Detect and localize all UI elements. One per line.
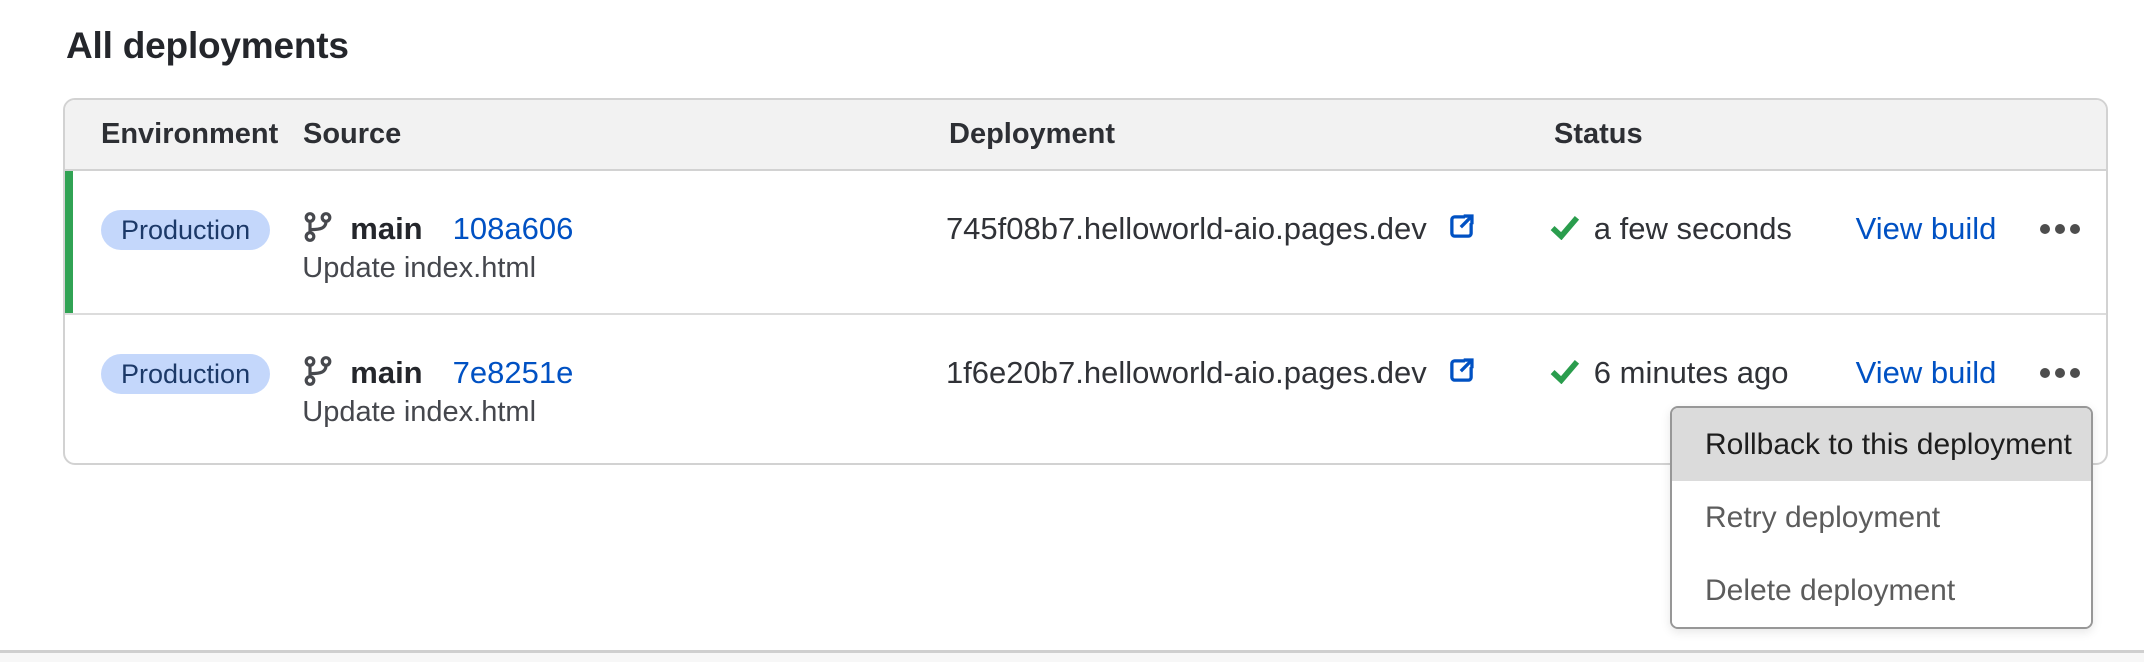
ellipsis-icon[interactable] xyxy=(2040,207,2080,251)
deployment-cell: 1f6e20b7.helloworld-aio.pages.dev xyxy=(946,315,1549,459)
actions-cell xyxy=(2040,171,2106,313)
page-title: All deployments xyxy=(66,24,349,68)
status-cell: a few seconds xyxy=(1549,171,1856,313)
environment-badge: Production xyxy=(101,210,270,250)
environment-cell: Production xyxy=(101,315,302,459)
table-row: Production main 108a606 Update index.htm… xyxy=(65,171,2106,315)
branch-name: main xyxy=(350,355,422,391)
external-link-icon[interactable] xyxy=(1445,354,1478,392)
menu-item-rollback[interactable]: Rollback to this deployment xyxy=(1672,408,2091,481)
git-branch-icon xyxy=(302,354,334,393)
current-deployment-indicator xyxy=(65,171,73,313)
status-time: a few seconds xyxy=(1594,211,1792,247)
menu-item-retry[interactable]: Retry deployment xyxy=(1672,481,2091,554)
deployments-page: All deployments Environment Source Deplo… xyxy=(0,0,2144,662)
git-branch-icon xyxy=(302,210,334,249)
commit-link[interactable]: 7e8251e xyxy=(453,355,574,391)
external-link-icon[interactable] xyxy=(1445,210,1478,248)
commit-message: Update index.html xyxy=(302,252,946,284)
deployment-cell: 745f08b7.helloworld-aio.pages.dev xyxy=(946,171,1549,313)
environment-badge: Production xyxy=(101,354,270,394)
deployment-url: 1f6e20b7.helloworld-aio.pages.dev xyxy=(946,355,1427,391)
source-cell: main 108a606 Update index.html xyxy=(302,171,946,313)
menu-item-delete[interactable]: Delete deployment xyxy=(1672,554,2091,627)
deployment-url: 745f08b7.helloworld-aio.pages.dev xyxy=(946,211,1427,247)
table-header-row: Environment Source Deployment Status xyxy=(65,100,2106,171)
view-build-cell: View build xyxy=(1856,171,2040,313)
check-icon xyxy=(1549,214,1580,245)
check-icon xyxy=(1549,358,1580,389)
branch-name: main xyxy=(350,211,422,247)
view-build-link[interactable]: View build xyxy=(1856,355,1997,391)
commit-link[interactable]: 108a606 xyxy=(453,211,574,247)
ellipsis-icon[interactable] xyxy=(2040,351,2080,395)
source-cell: main 7e8251e Update index.html xyxy=(302,315,946,459)
view-build-link[interactable]: View build xyxy=(1856,211,1997,247)
environment-cell: Production xyxy=(101,171,302,313)
status-time: 6 minutes ago xyxy=(1594,355,1789,391)
column-header-deployment: Deployment xyxy=(949,118,1554,151)
column-header-status: Status xyxy=(1554,118,1862,151)
bottom-section-edge xyxy=(0,653,2144,662)
column-header-environment: Environment xyxy=(101,118,303,151)
context-menu: Rollback to this deployment Retry deploy… xyxy=(1670,406,2093,629)
column-header-source: Source xyxy=(303,118,949,151)
commit-message: Update index.html xyxy=(302,396,946,428)
